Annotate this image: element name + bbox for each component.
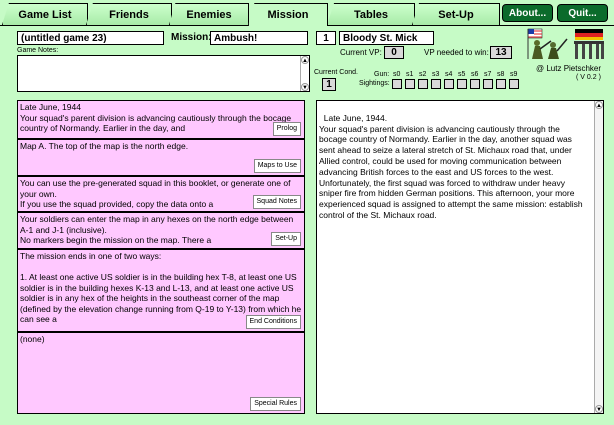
end-conditions-section[interactable]: The mission ends in one of two ways: 1. … <box>17 249 305 332</box>
sighting-checkbox[interactable] <box>418 79 428 89</box>
sight-label: s3 <box>432 71 440 78</box>
sight-label: s5 <box>458 71 466 78</box>
section-detail-text: Late June, 1944. Your squad's parent div… <box>319 112 583 220</box>
special-rules-text: (none) <box>20 334 45 344</box>
prolog-section[interactable]: Late June, 1944 Your squad's parent divi… <box>17 100 305 139</box>
game-name-field[interactable]: (untitled game 23) <box>17 31 164 45</box>
tab-enemies[interactable]: Enemies <box>169 3 249 25</box>
scroll-down-icon[interactable]: ▼ <box>595 405 603 413</box>
sighting-checkbox[interactable] <box>431 79 441 89</box>
tab-tables[interactable]: Tables <box>327 3 415 25</box>
about-button[interactable]: About... <box>502 4 553 22</box>
sighting-checkbox[interactable] <box>405 79 415 89</box>
sight-label: s4 <box>445 71 453 78</box>
set-up-text: Your soldiers can enter the map in any h… <box>20 214 294 245</box>
vp-needed-value: 13 <box>490 46 512 59</box>
mission-number-field[interactable]: 1 <box>316 31 336 45</box>
scroll-up-icon[interactable]: ▲ <box>301 56 309 64</box>
squad-notes-button[interactable]: Squad Notes <box>252 194 301 209</box>
soldiers-logo-icon <box>523 27 569 61</box>
maps-text: Map A. The top of the map is the north e… <box>20 141 189 151</box>
game-notes-label: Game Notes: <box>17 47 59 54</box>
credit-text: @ Lutz Pietschker <box>536 64 602 73</box>
sight-label: s9 <box>510 71 518 78</box>
sightings-label: Sightings: <box>359 80 390 87</box>
gun-label: Gun: <box>374 71 390 78</box>
sighting-checkbox[interactable] <box>496 79 506 89</box>
current-vp-value: 0 <box>384 46 404 59</box>
current-cond-label: Current Cond. <box>314 69 358 76</box>
scroll-down-icon[interactable]: ▼ <box>301 83 309 91</box>
end-conditions-text: The mission ends in one of two ways: 1. … <box>20 251 302 324</box>
end-conditions-button[interactable]: End Conditions <box>245 314 301 329</box>
gate-logo-icon <box>571 28 607 60</box>
sight-label: s6 <box>471 71 479 78</box>
mission-label: Mission: <box>171 32 212 43</box>
sighting-checkbox[interactable] <box>392 79 402 89</box>
tab-game-list[interactable]: Game List <box>2 3 88 25</box>
sighting-checkbox[interactable] <box>509 79 519 89</box>
section-detail-textarea[interactable]: Late June, 1944. Your squad's parent div… <box>316 100 604 414</box>
current-vp-label: Current VP: <box>340 48 382 57</box>
scroll-up-icon[interactable]: ▲ <box>595 101 603 109</box>
prolog-text: Late June, 1944 Your squad's parent divi… <box>20 102 292 133</box>
set-up-button[interactable]: Set-Up <box>271 231 301 246</box>
set-up-section[interactable]: Your soldiers can enter the map in any h… <box>17 212 305 249</box>
special-rules-button[interactable]: Special Rules <box>250 396 301 411</box>
sight-label: s7 <box>484 71 492 78</box>
sighting-checkbox[interactable] <box>457 79 467 89</box>
game-notes-scrollbar[interactable]: ▲ ▼ <box>300 56 309 91</box>
maps-to-use-button[interactable]: Maps to Use <box>253 158 301 173</box>
detail-scrollbar[interactable]: ▲ ▼ <box>594 101 603 413</box>
version-text: ( V 0.2 ) <box>576 74 601 81</box>
sight-label: s0 <box>393 71 401 78</box>
current-cond-value: 1 <box>322 78 336 91</box>
tab-friends[interactable]: Friends <box>86 3 172 25</box>
squad-notes-section[interactable]: You can use the pre-generated squad in t… <box>17 176 305 212</box>
prolog-button[interactable]: Prolog <box>272 121 301 136</box>
mission-title-field[interactable]: Bloody St. Mick <box>339 31 434 45</box>
sight-label: s8 <box>497 71 505 78</box>
sighting-checkbox[interactable] <box>483 79 493 89</box>
special-rules-section[interactable]: (none) Special Rules <box>17 332 305 414</box>
mission-name-field[interactable]: Ambush! <box>210 31 308 45</box>
tab-set-up[interactable]: Set-Up <box>412 3 500 25</box>
sighting-checkbox[interactable] <box>470 79 480 89</box>
quit-button[interactable]: Quit... <box>557 4 608 22</box>
vp-needed-label: VP needed to win: <box>424 48 489 57</box>
sight-label: s2 <box>419 71 427 78</box>
sight-label: s1 <box>406 71 414 78</box>
game-notes-textarea[interactable] <box>17 55 310 92</box>
maps-section[interactable]: Map A. The top of the map is the north e… <box>17 139 305 176</box>
tab-mission[interactable]: Mission <box>248 3 328 26</box>
sighting-checkbox[interactable] <box>444 79 454 89</box>
